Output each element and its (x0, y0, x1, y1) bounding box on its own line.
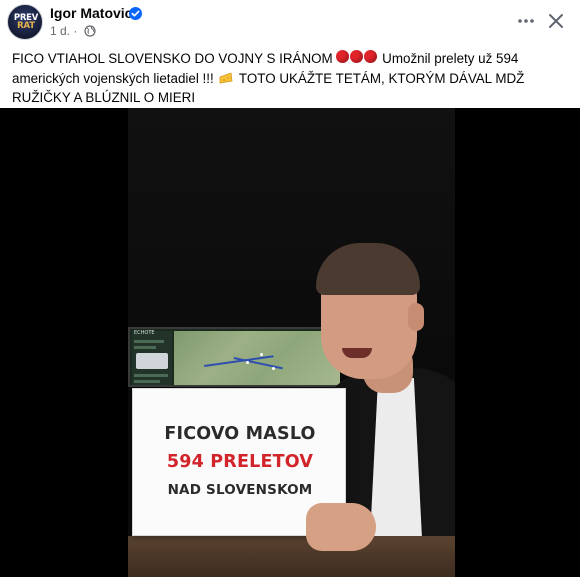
verified-badge-icon (129, 7, 142, 20)
cheese-icon (220, 71, 233, 83)
post-message: FICO VTIAHOL SLOVENSKO DO VOJNY S IRÁNOM… (12, 49, 564, 108)
more-horizontal-icon[interactable] (513, 10, 539, 32)
red-circle-icon (336, 50, 350, 63)
post-text-headline: FICO VTIAHOL SLOVENSKO DO VOJNY S IRÁNOM (12, 51, 333, 66)
sign-line-1: FICOVO MASLO (164, 424, 316, 444)
red-circle-icon (350, 50, 364, 63)
red-circle-icons (336, 49, 378, 69)
globe-icon[interactable] (84, 25, 96, 37)
avatar-logo: PREV RAT (8, 14, 42, 31)
post-meta: 1 d. · (50, 24, 77, 38)
post-header: PREV RAT Igor Matovic 1 d. · (0, 0, 580, 44)
sign-line-3: NAD SLOVENSKOM (167, 482, 313, 498)
video-player[interactable]: ECHOTE FICOVO MASLO 594 PRELETOV NAD SLO… (0, 108, 580, 577)
red-circle-icon (364, 50, 378, 63)
facebook-post: PREV RAT Igor Matovic 1 d. · FICO VTIAHO… (0, 0, 580, 577)
person-ear (408, 303, 424, 331)
monitor-sidebar: ECHOTE (132, 330, 172, 385)
flight-tracker-monitor: ECHOTE (128, 327, 340, 387)
meta-separator: · (73, 24, 78, 38)
sign-line-2: 594 PRELETOV (166, 452, 314, 472)
close-icon[interactable] (545, 10, 567, 32)
author-name[interactable]: Igor Matovic (50, 5, 132, 22)
aircraft-thumbnail (136, 353, 168, 369)
avatar-logo-line2: RAT (17, 21, 35, 31)
video-frame: ECHOTE FICOVO MASLO 594 PRELETOV NAD SLO… (128, 108, 455, 577)
desk (128, 536, 455, 577)
post-time[interactable]: 1 d. (50, 24, 70, 38)
avatar[interactable]: PREV RAT (7, 4, 43, 40)
person-hand (306, 503, 376, 551)
flight-map (174, 331, 340, 385)
